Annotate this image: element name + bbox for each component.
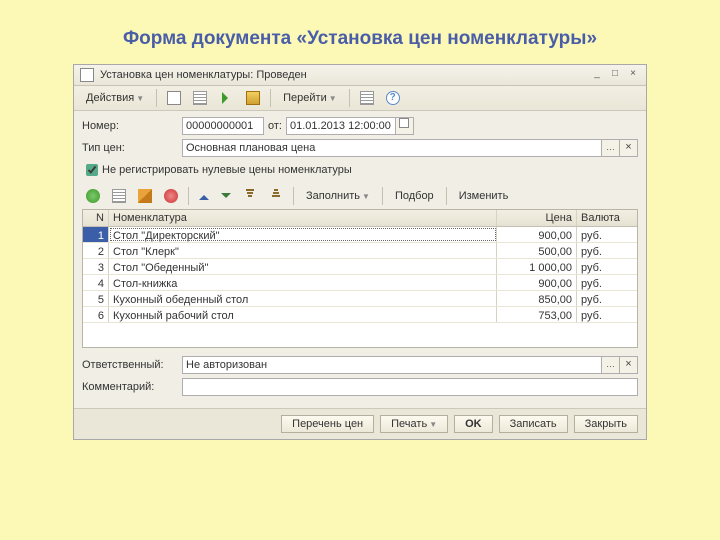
price-type-clear-icon[interactable]: × <box>620 139 638 157</box>
cell-price: 1 000,00 <box>497 259 577 274</box>
col-cur-header[interactable]: Валюта <box>577 210 637 226</box>
cell-price: 753,00 <box>497 307 577 322</box>
select-button[interactable]: Подбор <box>389 188 440 204</box>
cell-n: 1 <box>83 227 109 242</box>
table-row[interactable]: 6Кухонный рабочий стол753,00руб. <box>83 307 637 323</box>
document-window: Установка цен номенклатуры: Проведен _ □… <box>73 64 647 440</box>
print-button[interactable]: Печать▼ <box>380 415 448 433</box>
cell-n: 2 <box>83 243 109 258</box>
cell-n: 4 <box>83 275 109 290</box>
date-picker-icon[interactable] <box>396 117 414 135</box>
responsible-input[interactable]: Не авторизован <box>182 356 602 374</box>
toolbar-list-icon[interactable] <box>189 89 211 107</box>
cell-price: 900,00 <box>497 227 577 242</box>
toolbar-new-icon[interactable] <box>163 89 185 107</box>
titlebar: Установка цен номенклатуры: Проведен _ □… <box>74 65 646 86</box>
table-row[interactable]: 5Кухонный обеденный стол850,00руб. <box>83 291 637 307</box>
cell-name: Стол "Клерк" <box>109 243 497 258</box>
maximize-button[interactable]: □ <box>608 69 622 81</box>
items-table: N Номенклатура Цена Валюта 1Стол "Директ… <box>82 209 638 348</box>
number-label: Номер: <box>82 120 182 132</box>
responsible-clear-icon[interactable]: × <box>620 356 638 374</box>
window-title: Установка цен номенклатуры: Проведен <box>100 69 307 81</box>
toolbar-help-icon[interactable]: ? <box>382 89 404 107</box>
move-up-icon[interactable] <box>195 188 213 205</box>
add-row-icon[interactable] <box>82 187 104 205</box>
form-body: Номер: 00000000001 от: 01.01.2013 12:00:… <box>74 111 646 408</box>
cell-n: 3 <box>83 259 109 274</box>
main-toolbar: Действия▼ Перейти▼ ? <box>74 86 646 111</box>
sort-desc-icon[interactable] <box>265 187 287 205</box>
footer-buttons: Перечень цен Печать▼ OK Записать Закрыть <box>74 408 646 439</box>
col-price-header[interactable]: Цена <box>497 210 577 226</box>
ok-button[interactable]: OK <box>454 415 493 433</box>
table-toolbar: Заполнить▼ Подбор Изменить <box>82 183 638 209</box>
cell-cur: руб. <box>577 259 637 274</box>
cell-price: 500,00 <box>497 243 577 258</box>
close-window-button[interactable]: × <box>626 69 640 81</box>
cell-name: Стол-книжка <box>109 275 497 290</box>
cell-cur: руб. <box>577 275 637 290</box>
number-input[interactable]: 00000000001 <box>182 117 264 135</box>
copy-row-icon[interactable] <box>108 187 130 205</box>
document-icon <box>80 68 94 82</box>
minimize-button[interactable]: _ <box>590 69 604 81</box>
toolbar-post-icon[interactable] <box>215 90 238 106</box>
goto-menu[interactable]: Перейти▼ <box>277 90 343 106</box>
toolbar-report-icon[interactable] <box>356 89 378 107</box>
cell-name: Кухонный обеденный стол <box>109 291 497 306</box>
toolbar-book-icon[interactable] <box>242 89 264 107</box>
sort-asc-icon[interactable] <box>239 187 261 205</box>
move-down-icon[interactable] <box>217 188 235 205</box>
fill-menu[interactable]: Заполнить▼ <box>300 188 376 204</box>
cell-name: Стол "Обеденный" <box>109 259 497 274</box>
table-row[interactable]: 3Стол "Обеденный"1 000,00руб. <box>83 259 637 275</box>
price-type-input[interactable]: Основная плановая цена <box>182 139 602 157</box>
cell-n: 6 <box>83 307 109 322</box>
save-button[interactable]: Записать <box>499 415 568 433</box>
edit-row-icon[interactable] <box>134 187 156 205</box>
col-name-header[interactable]: Номенклатура <box>109 210 497 226</box>
responsible-picker-icon[interactable]: … <box>602 356 620 374</box>
cell-price: 900,00 <box>497 275 577 290</box>
cell-cur: руб. <box>577 243 637 258</box>
cell-name: Кухонный рабочий стол <box>109 307 497 322</box>
table-row[interactable]: 1Стол "Директорский"900,00руб. <box>83 227 637 243</box>
no-zero-checkbox[interactable] <box>86 164 98 176</box>
price-type-picker-icon[interactable]: … <box>602 139 620 157</box>
delete-row-icon[interactable] <box>160 187 182 205</box>
cell-price: 850,00 <box>497 291 577 306</box>
comment-input[interactable] <box>182 378 638 396</box>
cell-n: 5 <box>83 291 109 306</box>
from-label: от: <box>268 120 282 132</box>
comment-label: Комментарий: <box>82 381 182 393</box>
no-zero-label: Не регистрировать нулевые цены номенклат… <box>102 164 352 176</box>
page-title: Форма документа «Установка цен номенклат… <box>0 0 720 64</box>
table-header: N Номенклатура Цена Валюта <box>83 210 637 227</box>
cell-name: Стол "Директорский" <box>109 227 497 242</box>
table-empty-space <box>83 323 637 347</box>
table-row[interactable]: 4Стол-книжка900,00руб. <box>83 275 637 291</box>
close-button[interactable]: Закрыть <box>574 415 638 433</box>
date-input[interactable]: 01.01.2013 12:00:00 <box>286 117 396 135</box>
table-row[interactable]: 2Стол "Клерк"500,00руб. <box>83 243 637 259</box>
col-n-header[interactable]: N <box>83 210 109 226</box>
price-type-label: Тип цен: <box>82 142 182 154</box>
responsible-label: Ответственный: <box>82 359 182 371</box>
cell-cur: руб. <box>577 227 637 242</box>
cell-cur: руб. <box>577 307 637 322</box>
price-list-button[interactable]: Перечень цен <box>281 415 374 433</box>
actions-menu[interactable]: Действия▼ <box>80 90 150 106</box>
change-button[interactable]: Изменить <box>453 188 515 204</box>
cell-cur: руб. <box>577 291 637 306</box>
